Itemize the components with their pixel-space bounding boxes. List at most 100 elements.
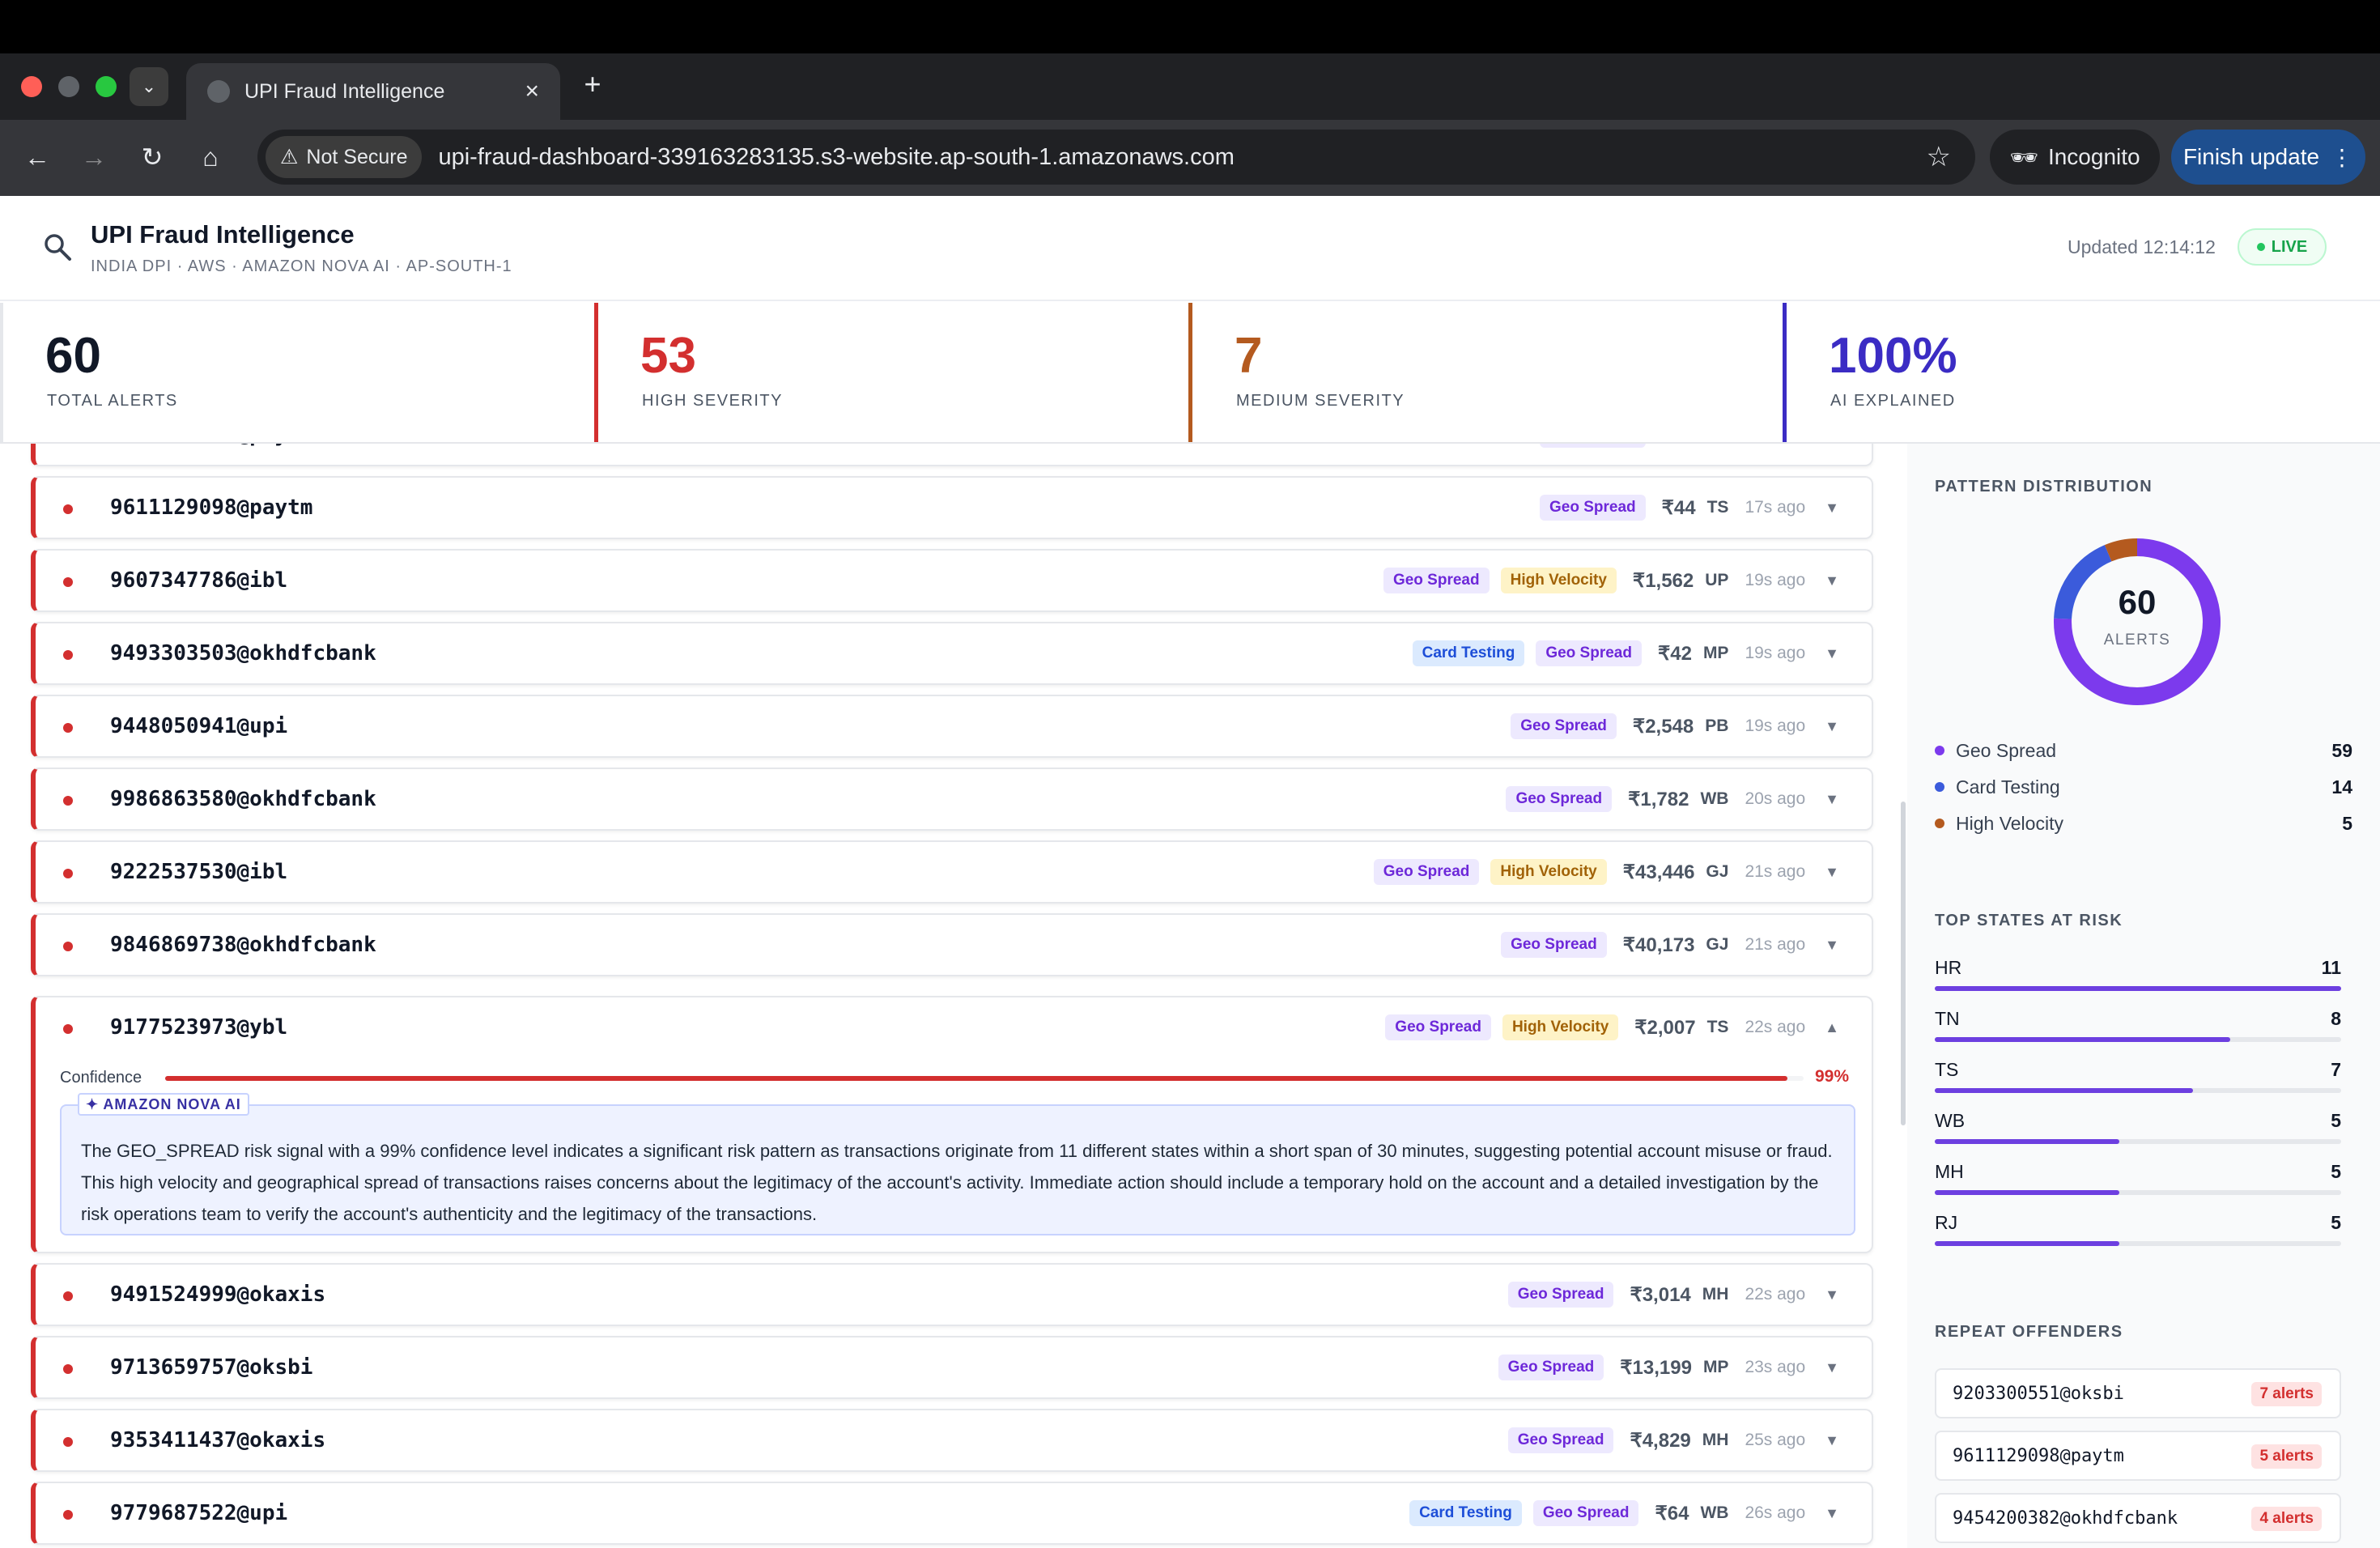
live-dot-icon (2256, 243, 2265, 251)
alert-time: 25s ago (1745, 1431, 1806, 1449)
alert-meta: Card Testing Geo Spread ₹42 MP 19s ago ▼ (1412, 623, 1839, 683)
stat-value: 53 (640, 328, 696, 384)
home-icon[interactable]: ⌂ (191, 138, 230, 176)
stat-label: MEDIUM SEVERITY (1236, 392, 1405, 410)
high-velocity-tag: High Velocity (1490, 859, 1607, 885)
close-window-button[interactable] (21, 76, 42, 97)
alert-vpa: 9611129098@paytm (110, 444, 312, 447)
alert-time: 26s ago (1745, 1503, 1806, 1522)
alert-row[interactable]: 9607347786@ibl Geo Spread High Velocity ₹1,… (31, 549, 1873, 612)
state-code: TS (1935, 1059, 1959, 1080)
repeat-offender-item[interactable]: 9454200382@okhdfcbank 4 alerts (1935, 1493, 2341, 1543)
alert-row[interactable]: 9491524999@okaxis Geo Spread ₹3,014 MH 22s a… (31, 1263, 1873, 1326)
chevron-down-icon[interactable]: ▼ (1825, 791, 1839, 808)
chevron-down-icon[interactable]: ▼ (1825, 1432, 1839, 1449)
tab-search-button[interactable]: ⌄ (130, 67, 168, 106)
finish-update-button[interactable]: Finish update ⋮ (2171, 130, 2365, 185)
repeat-offender-item[interactable]: 9203300551@oksbi 7 alerts (1935, 1368, 2341, 1418)
alert-amount: ₹64 (1655, 1502, 1689, 1525)
alert-vpa: 9353411437@okaxis (110, 1428, 326, 1452)
address-bar[interactable]: ⚠ Not Secure upi-fraud-dashboard-3391632… (257, 130, 1975, 185)
alert-row[interactable]: 9448050941@upi Geo Spread ₹2,548 PB 19s ago ▼ (31, 695, 1873, 758)
alert-time: 22s ago (1745, 1018, 1806, 1036)
reload-icon[interactable]: ↻ (133, 138, 172, 176)
state-bar-track (1935, 1241, 2341, 1246)
tab-upi-fraud-intelligence[interactable]: UPI Fraud Intelligence × (186, 63, 560, 120)
chevron-down-icon[interactable]: ▼ (1825, 500, 1839, 517)
alert-amount: ₹2,007 (1634, 1016, 1696, 1039)
chevron-down-icon[interactable]: ▼ (1825, 645, 1839, 662)
alert-row-expanded[interactable]: 9177523973@ybl Geo Spread High Velocity ₹2… (31, 996, 1873, 1253)
alert-row[interactable]: 9779687522@upi Card Testing Geo Spread ₹64 W… (31, 1482, 1873, 1545)
alert-amount: ₹3,014 (1630, 1283, 1691, 1306)
alert-amount: ₹13,199 (1620, 1356, 1692, 1379)
ai-explanation-box: The GEO_SPREAD risk signal with a 99% co… (60, 1104, 1855, 1235)
chevron-up-icon[interactable]: ▲ (1825, 1019, 1839, 1036)
severity-dot-icon (63, 650, 73, 660)
back-icon[interactable]: ← (18, 138, 57, 176)
close-tab-icon[interactable]: × (525, 78, 539, 105)
alert-meta: Geo Spread ₹2,548 PB 19s ago ▼ (1511, 696, 1839, 756)
minimize-window-button[interactable] (58, 76, 79, 97)
alert-state: TS (1706, 1018, 1729, 1036)
state-row: TS 7 (1935, 1059, 2341, 1099)
alert-row[interactable]: 9222537530@ibl Geo Spread High Velocity ₹43… (31, 840, 1873, 904)
ai-explanation-text: The GEO_SPREAD risk signal with a 99% co… (81, 1141, 1833, 1224)
incognito-indicator[interactable]: 🕶 Incognito (1990, 130, 2160, 185)
alert-state: WB (1700, 1503, 1729, 1522)
alert-row[interactable]: 9353411437@okaxis Geo Spread ₹4,829 MH 25s a… (31, 1409, 1873, 1472)
geo-spread-tag: Geo Spread (1536, 640, 1642, 666)
donut-center-label: ALERTS (2103, 632, 2171, 649)
live-label: LIVE (2271, 237, 2308, 256)
pattern-distribution-heading: PATTERN DISTRIBUTION (1935, 478, 2153, 495)
state-bar-fill (1935, 1139, 2120, 1144)
chevron-down-icon[interactable]: ▼ (1825, 1359, 1839, 1376)
security-label: Not Secure (306, 145, 408, 168)
alert-meta: Geo Spread ₹3,014 MH 22s ago ▼ (1507, 1265, 1839, 1325)
alert-amount: ₹40,173 (1622, 933, 1695, 956)
alert-meta: Geo Spread High Velocity ₹1,562 UP 19s ago ▼ (1383, 551, 1839, 610)
alert-row[interactable]: 9611129098@paytmGeo Spread₹21TS17s ago▼ (31, 444, 1873, 466)
url-text[interactable]: upi-fraud-dashboard-339163283135.s3-webs… (438, 144, 1234, 171)
bookmark-star-icon[interactable]: ☆ (1927, 141, 1951, 173)
alert-row[interactable]: 9611129098@paytm Geo Spread ₹44 TS 17s ago ▼ (31, 476, 1873, 539)
alert-time: 23s ago (1745, 1358, 1806, 1376)
repeat-offender-item[interactable]: 9611129098@paytm 5 alerts (1935, 1431, 2341, 1481)
geo-spread-tag: Geo Spread (1539, 495, 1646, 521)
new-tab-button[interactable]: + (576, 68, 609, 100)
screen-top-bar (0, 0, 2380, 53)
chevron-down-icon[interactable]: ▼ (1825, 718, 1839, 735)
chevron-down-icon[interactable]: ▼ (1825, 864, 1839, 881)
chevron-down-icon[interactable]: ▼ (1825, 937, 1839, 954)
pattern-donut-chart (2054, 538, 2221, 705)
legend-value: 5 (2342, 812, 2352, 834)
alert-list[interactable]: 9611129098@paytmGeo Spread₹21TS17s ago▼9… (0, 444, 1901, 1548)
alert-row[interactable]: 9713659757@oksbi Geo Spread ₹13,199 MP 23s a… (31, 1336, 1873, 1399)
stat-ai-explained: 100% AI EXPLAINED (1783, 303, 2380, 444)
confidence-value: 99% (1814, 1067, 1849, 1086)
alert-amount: ₹4,829 (1630, 1429, 1691, 1452)
severity-dot-icon (63, 1291, 73, 1301)
alert-list-scrollbar[interactable] (1901, 802, 1906, 1125)
chevron-down-icon[interactable]: ▼ (1825, 1286, 1839, 1303)
state-bar-fill (1935, 1241, 2120, 1246)
security-indicator[interactable]: ⚠ Not Secure (266, 136, 423, 178)
confidence-fill (165, 1076, 1787, 1081)
chevron-down-icon[interactable]: ▼ (1825, 572, 1839, 589)
maximize-window-button[interactable] (96, 76, 117, 97)
alert-time: 19s ago (1745, 644, 1806, 662)
alert-meta: Geo Spread ₹40,173 GJ 21s ago ▼ (1501, 915, 1839, 975)
alert-state: TS (1706, 498, 1729, 517)
state-bar-fill (1935, 1088, 2194, 1093)
alert-row[interactable]: 9493303503@okhdfcbank Card Testing Geo Spr… (31, 622, 1873, 685)
chevron-down-icon[interactable]: ▼ (1825, 1505, 1839, 1522)
alert-row[interactable]: 9986863580@okhdfcbank Geo Spread ₹1,782 WB 2… (31, 768, 1873, 831)
forward-icon[interactable]: → (74, 138, 113, 176)
chevron-down-icon: ⌄ (141, 76, 157, 96)
alert-row[interactable]: 9846869738@okhdfcbank Geo Spread ₹40,173 GJ… (31, 913, 1873, 976)
alert-vpa: 9222537530@ibl (110, 860, 288, 884)
offender-alert-count-badge: 4 alerts (2251, 1507, 2322, 1531)
state-row: MH 5 (1935, 1161, 2341, 1201)
alert-meta: Geo Spread ₹4,829 MH 25s ago ▼ (1507, 1410, 1839, 1470)
geo-spread-tag: Geo Spread (1373, 859, 1480, 885)
